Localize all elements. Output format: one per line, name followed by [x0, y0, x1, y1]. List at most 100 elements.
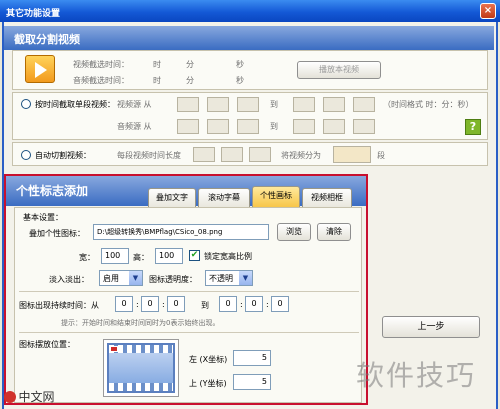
lock-ratio-checkbox[interactable]: ✔ [189, 250, 200, 261]
fade-select[interactable]: 启用 ▼ [99, 270, 143, 286]
position-preview[interactable] [103, 339, 179, 397]
divider [19, 332, 359, 333]
clear-button-label: 清除 [326, 227, 342, 236]
tab-overlay-text[interactable]: 叠加文字 [148, 188, 196, 207]
by-time-label: 按时间截取单段视频： [35, 100, 115, 109]
colon: : [240, 300, 243, 309]
video-to-label: 到 [270, 100, 278, 109]
second-unit: 秒 [236, 60, 244, 69]
segment-unit: 段 [377, 151, 385, 160]
start-minute-input[interactable]: 0 [141, 296, 159, 312]
browse-button[interactable]: 浏览 [277, 223, 311, 241]
show-time-label: 图标出现持续时间：从 [19, 301, 99, 310]
video-end-second[interactable] [353, 97, 375, 112]
time-range-panel: 按时间截取单段视频： 视频源 从 到 （时间格式 时：分：秒） 音频源 从 到 … [12, 92, 488, 140]
preview-video-button-label: 播放本视频 [319, 65, 359, 74]
end-hour-input[interactable]: 0 [219, 296, 237, 312]
tab-scrolling-subtitle[interactable]: 滚动字幕 [198, 188, 250, 207]
end-hour-value: 0 [225, 299, 231, 308]
top-coordinate-value: 5 [261, 377, 267, 386]
segment-length-second[interactable] [249, 147, 271, 162]
video-end-hour[interactable] [293, 97, 315, 112]
lock-ratio-label: 锁定宽高比例 [204, 252, 252, 261]
tab-overlay-text-label: 叠加文字 [156, 193, 188, 202]
start-hour-value: 0 [121, 299, 127, 308]
segment-length-label: 每段视频时间长度 [117, 151, 181, 160]
top-coordinate-input[interactable]: 5 [233, 374, 271, 390]
help-icon[interactable]: ? [465, 119, 481, 135]
divider [19, 291, 359, 292]
video-start-hour[interactable] [177, 97, 199, 112]
logo-path-input[interactable]: D:\超级转换秀\BMPflag\CSico_08.png [93, 224, 269, 240]
hour-unit: 时 [153, 60, 161, 69]
end-second-input[interactable]: 0 [271, 296, 289, 312]
start-second-input[interactable]: 0 [167, 296, 185, 312]
preview-video-button[interactable]: 播放本视频 [297, 61, 381, 79]
left-coordinate-value: 5 [261, 353, 267, 362]
height-label: 高： [133, 253, 149, 262]
audio-to-label: 到 [270, 122, 278, 131]
top-coordinate-label: 上 (Y坐标) [189, 379, 227, 388]
by-time-radio[interactable] [21, 99, 31, 109]
tab-video-frame[interactable]: 视频相框 [302, 188, 352, 207]
video-time-label: 视频截选时间： [73, 60, 129, 69]
split-into-label: 将视频分为 [281, 151, 321, 160]
audio-start-minute[interactable] [207, 119, 229, 134]
logo-path-label: 叠加个性图标： [29, 229, 85, 238]
watermark-text-1: 软件技巧 [356, 359, 477, 392]
audio-end-minute[interactable] [323, 119, 345, 134]
auto-split-label: 自动切割视频： [35, 151, 91, 160]
start-hour-input[interactable]: 0 [115, 296, 133, 312]
film-strip-icon [107, 343, 175, 393]
chevron-down-icon: ▼ [239, 271, 252, 285]
audio-from-label: 音频源 从 [117, 122, 152, 131]
fade-select-value: 启用 [103, 274, 119, 283]
time-hint: 提示：开始时间和结束时间同时为0表示始终出现。 [61, 319, 220, 327]
close-icon[interactable]: × [480, 3, 496, 19]
end-minute-value: 0 [251, 299, 257, 308]
segment-length-hour[interactable] [193, 147, 215, 162]
audio-end-second[interactable] [353, 119, 375, 134]
previous-step-button[interactable]: 上一步 [382, 316, 480, 338]
height-input[interactable]: 100 [155, 248, 183, 264]
watermark-logo: 中文网 [4, 388, 78, 406]
fade-label: 淡入淡出： [49, 275, 89, 284]
video-icon [25, 55, 55, 83]
tab-custom-logo-label: 个性画标 [260, 191, 292, 200]
audio-end-hour[interactable] [293, 119, 315, 134]
clear-button[interactable]: 清除 [317, 223, 351, 241]
logo-marker-icon [110, 346, 118, 352]
video-end-minute[interactable] [323, 97, 345, 112]
auto-split-radio[interactable] [21, 150, 31, 160]
logo-settings-panel: 基本设置： 叠加个性图标： D:\超级转换秀\BMPflag\CSico_08.… [14, 207, 362, 403]
left-coordinate-input[interactable]: 5 [233, 350, 271, 366]
width-input[interactable]: 100 [101, 248, 129, 264]
window-title-bar: 其它功能设置 × [0, 0, 500, 22]
segment-length-minute[interactable] [221, 147, 243, 162]
opacity-label: 图标透明度： [149, 275, 197, 284]
audio-start-hour[interactable] [177, 119, 199, 134]
end-second-value: 0 [277, 299, 283, 308]
start-minute-value: 0 [147, 299, 153, 308]
browse-button-label: 浏览 [286, 227, 302, 236]
end-minute-input[interactable]: 0 [245, 296, 263, 312]
audio-start-second[interactable] [237, 119, 259, 134]
tab-video-frame-label: 视频相框 [311, 193, 343, 202]
previous-step-button-label: 上一步 [417, 322, 445, 332]
auto-split-panel: 自动切割视频： 每段视频时间长度 将视频分为 段 [12, 142, 488, 166]
watermark-text-2: 中文网 [18, 390, 55, 404]
minute-unit: 分 [186, 60, 194, 69]
logo-path-value: D:\超级转换秀\BMPflag\CSico_08.png [97, 228, 223, 236]
opacity-select-value: 不透明 [209, 274, 233, 283]
video-start-second[interactable] [237, 97, 259, 112]
segment-count-input[interactable] [333, 146, 371, 163]
second-unit: 秒 [236, 76, 244, 85]
video-start-minute[interactable] [207, 97, 229, 112]
left-coordinate-label: 左 (X坐标) [189, 355, 228, 364]
tab-custom-logo[interactable]: 个性画标 [252, 186, 300, 207]
width-label: 宽： [79, 253, 95, 262]
show-to-label: 到 [201, 301, 209, 310]
opacity-select[interactable]: 不透明 ▼ [205, 270, 253, 286]
time-format-hint: （时间格式 时：分：秒） [383, 100, 474, 109]
colon: : [136, 300, 139, 309]
